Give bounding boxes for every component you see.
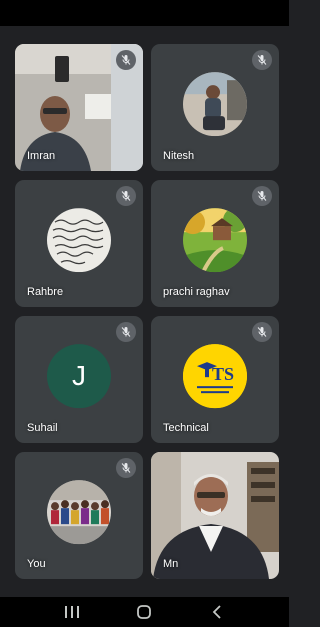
- participant-name: Imran: [27, 150, 56, 162]
- participant-name: prachi raghav: [163, 286, 230, 298]
- home-icon[interactable]: [132, 600, 156, 624]
- participant-tile-rahbre[interactable]: Rahbre: [15, 180, 143, 307]
- participant-tile-suhail[interactable]: J Suhail: [15, 316, 143, 443]
- mic-off-icon: [252, 50, 272, 70]
- avatar-initial: J: [72, 359, 86, 391]
- mic-off-icon: [116, 50, 136, 70]
- logo-avatar: TS: [183, 343, 247, 408]
- mic-off-icon: [116, 186, 136, 206]
- participant-name: Mn: [163, 558, 179, 570]
- participant-grid: Imran Nitesh Rahbre prachi raghav J Suha…: [15, 44, 279, 579]
- participant-tile-nitesh[interactable]: Nitesh: [151, 44, 279, 171]
- back-icon[interactable]: [205, 600, 229, 624]
- participant-name: You: [27, 558, 46, 570]
- participant-tile-imran[interactable]: Imran: [15, 44, 143, 171]
- participant-tile-you[interactable]: You: [15, 452, 143, 579]
- mic-off-icon: [252, 322, 272, 342]
- mic-off-icon: [116, 322, 136, 342]
- person-outdoor-avatar: [183, 71, 247, 136]
- group-photo-avatar: [47, 479, 111, 544]
- participant-name: Rahbre: [27, 286, 64, 298]
- participant-name: Nitesh: [163, 150, 195, 162]
- participant-name: Suhail: [27, 422, 58, 434]
- status-bar: [0, 0, 289, 26]
- garden-landscape-avatar: [183, 207, 247, 272]
- mic-off-icon: [252, 186, 272, 206]
- recents-icon[interactable]: [60, 600, 84, 624]
- participant-tile-prachi-raghav[interactable]: prachi raghav: [151, 180, 279, 307]
- avatar-logo-text: TS: [212, 364, 234, 384]
- mic-off-icon: [116, 458, 136, 478]
- participant-name: Technical: [163, 422, 209, 434]
- participant-tile-technical[interactable]: TS Technical: [151, 316, 279, 443]
- system-nav-bar: [0, 597, 289, 627]
- participant-tile-mn[interactable]: Mn: [151, 452, 279, 579]
- handwritten-text-avatar: [47, 207, 111, 272]
- letter-avatar: J: [47, 343, 111, 408]
